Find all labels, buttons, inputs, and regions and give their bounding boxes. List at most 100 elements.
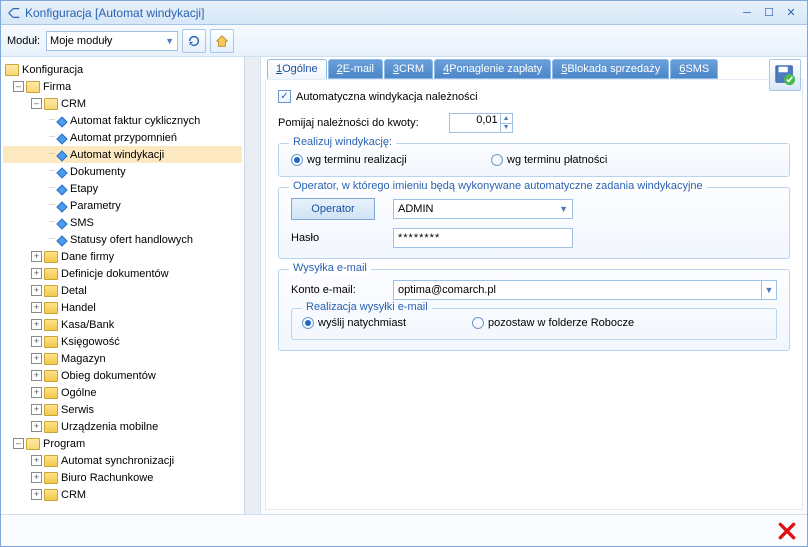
group-email-send-legend: Realizacja wysyłki e-mail	[302, 301, 432, 313]
folder-open-icon	[26, 438, 40, 450]
tree-leaf[interactable]: ┈Etapy	[3, 180, 242, 197]
tree-folder[interactable]: +CRM	[3, 486, 242, 503]
tree-leaf[interactable]: ┈Automat przypomnień	[3, 129, 242, 146]
expand-icon[interactable]: +	[31, 404, 42, 415]
close-button[interactable]	[775, 519, 799, 543]
tree-folder[interactable]: +Księgowość	[3, 333, 242, 350]
group-email-legend: Wysyłka e-mail	[289, 262, 371, 274]
tree-leaf[interactable]: ┈Statusy ofert handlowych	[3, 231, 242, 248]
folder-icon	[44, 353, 58, 365]
close-window-button[interactable]: ✕	[781, 5, 801, 21]
email-account-dropdown[interactable]: ▼	[761, 280, 777, 300]
collapse-icon[interactable]: –	[13, 438, 24, 449]
expand-icon[interactable]: +	[31, 489, 42, 500]
tab-general[interactable]: 1 Ogólne	[267, 59, 327, 79]
tab-crm[interactable]: 3 CRM	[384, 59, 433, 79]
tree-folder[interactable]: +Serwis	[3, 401, 242, 418]
expand-icon[interactable]: +	[31, 268, 42, 279]
auto-debt-checkbox[interactable]: ✓	[278, 90, 291, 103]
collapse-icon[interactable]: –	[13, 81, 24, 92]
radio-term-real[interactable]	[291, 154, 303, 166]
tree-folder[interactable]: +Detal	[3, 282, 242, 299]
radio-term-plat[interactable]	[491, 154, 503, 166]
email-account-select[interactable]: optima@comarch.pl	[393, 280, 762, 300]
tree-folder[interactable]: +Urządzenia mobilne	[3, 418, 242, 435]
tree-leaf[interactable]: ┈Parametry	[3, 197, 242, 214]
floppy-check-icon	[774, 64, 796, 86]
refresh-button[interactable]	[182, 29, 206, 53]
tab-sms[interactable]: 6 SMS	[670, 59, 718, 79]
tree-program[interactable]: – Program	[3, 435, 242, 452]
group-realize-legend: Realizuj windykację:	[289, 136, 396, 148]
general-panel: ✓ Automatyczna windykacja należności Pom…	[265, 79, 803, 510]
collapse-icon[interactable]: –	[31, 98, 42, 109]
maximize-button[interactable]: ☐	[759, 5, 779, 21]
expand-icon[interactable]: +	[31, 472, 42, 483]
group-email: Wysyłka e-mail Konto e-mail: optima@coma…	[278, 269, 790, 351]
folder-icon	[44, 285, 58, 297]
folder-icon	[44, 319, 58, 331]
tree-firma[interactable]: – Firma	[3, 78, 242, 95]
tabstrip: 1 Ogólne 2 E-mail 3 CRM 4 Ponaglenie zap…	[261, 57, 807, 79]
expand-icon[interactable]: +	[31, 319, 42, 330]
tree-folder[interactable]: +Definicje dokumentów	[3, 265, 242, 282]
diamond-icon	[56, 150, 67, 161]
chevron-down-icon: ▼	[165, 36, 174, 46]
skip-amount-input[interactable]: 0,01 ▲▼	[449, 113, 513, 133]
tree-folder[interactable]: +Biuro Rachunkowe	[3, 469, 242, 486]
skip-amount-label: Pomijaj należności do kwoty:	[278, 117, 419, 129]
expand-icon[interactable]: +	[31, 421, 42, 432]
expand-icon[interactable]: +	[31, 370, 42, 381]
operator-picker-button[interactable]: Operator	[291, 198, 375, 220]
tab-reminder[interactable]: 4 Ponaglenie zapłaty	[434, 59, 551, 79]
tree-root[interactable]: Konfiguracja	[3, 61, 242, 78]
home-button[interactable]	[210, 29, 234, 53]
folder-icon	[44, 251, 58, 263]
expand-icon[interactable]: +	[31, 285, 42, 296]
expand-icon[interactable]: +	[31, 336, 42, 347]
spinner-buttons[interactable]: ▲▼	[500, 114, 512, 132]
expand-icon[interactable]: +	[31, 302, 42, 313]
radio-send-now[interactable]	[302, 317, 314, 329]
tab-block[interactable]: 5 Blokada sprzedaży	[552, 59, 669, 79]
password-input[interactable]: ********	[393, 228, 573, 248]
refresh-icon	[187, 34, 201, 48]
expand-icon[interactable]: +	[31, 251, 42, 262]
tree-folder[interactable]: +Ogólne	[3, 384, 242, 401]
folder-icon	[44, 387, 58, 399]
group-operator-legend: Operator, w którego imieniu będą wykonyw…	[289, 180, 707, 192]
module-combo[interactable]: Moje moduły ▼	[46, 31, 178, 51]
expand-icon[interactable]: +	[31, 455, 42, 466]
tree-folder[interactable]: +Magazyn	[3, 350, 242, 367]
tree-crm[interactable]: – CRM	[3, 95, 242, 112]
tree-leaf-selected[interactable]: ┈Automat windykacji	[3, 146, 242, 163]
folder-icon	[44, 421, 58, 433]
group-email-send: Realizacja wysyłki e-mail wyślij natychm…	[291, 308, 777, 340]
tree-leaf[interactable]: ┈Dokumenty	[3, 163, 242, 180]
save-floppy-button[interactable]	[769, 59, 801, 91]
tree-leaf[interactable]: ┈Automat faktur cyklicznych	[3, 112, 242, 129]
diamond-icon	[56, 218, 67, 229]
tree-folder[interactable]: +Dane firmy	[3, 248, 242, 265]
minimize-button[interactable]: ─	[737, 5, 757, 21]
radio-send-draft[interactable]	[472, 317, 484, 329]
expand-icon[interactable]: +	[31, 353, 42, 364]
tree-folder[interactable]: +Handel	[3, 299, 242, 316]
tree-folder[interactable]: +Kasa/Bank	[3, 316, 242, 333]
operator-select[interactable]: ADMIN ▼	[393, 199, 573, 219]
diamond-icon	[56, 235, 67, 246]
folder-icon	[44, 370, 58, 382]
diamond-icon	[56, 116, 67, 127]
folder-icon	[44, 302, 58, 314]
tree-leaf[interactable]: ┈SMS	[3, 214, 242, 231]
diamond-icon	[56, 201, 67, 212]
chevron-down-icon: ▼	[765, 285, 774, 295]
tab-email[interactable]: 2 E-mail	[328, 59, 383, 79]
config-window: Konfiguracja [Automat windykacji] ─ ☐ ✕ …	[0, 0, 808, 547]
expand-icon[interactable]: +	[31, 387, 42, 398]
module-combo-value: Moje moduły	[50, 35, 112, 47]
tree-scrollbar[interactable]	[244, 57, 260, 514]
config-tree[interactable]: Konfiguracja – Firma – CRM ┈Automat fakt…	[1, 57, 244, 514]
tree-folder[interactable]: +Obieg dokumentów	[3, 367, 242, 384]
tree-folder[interactable]: +Automat synchronizacji	[3, 452, 242, 469]
